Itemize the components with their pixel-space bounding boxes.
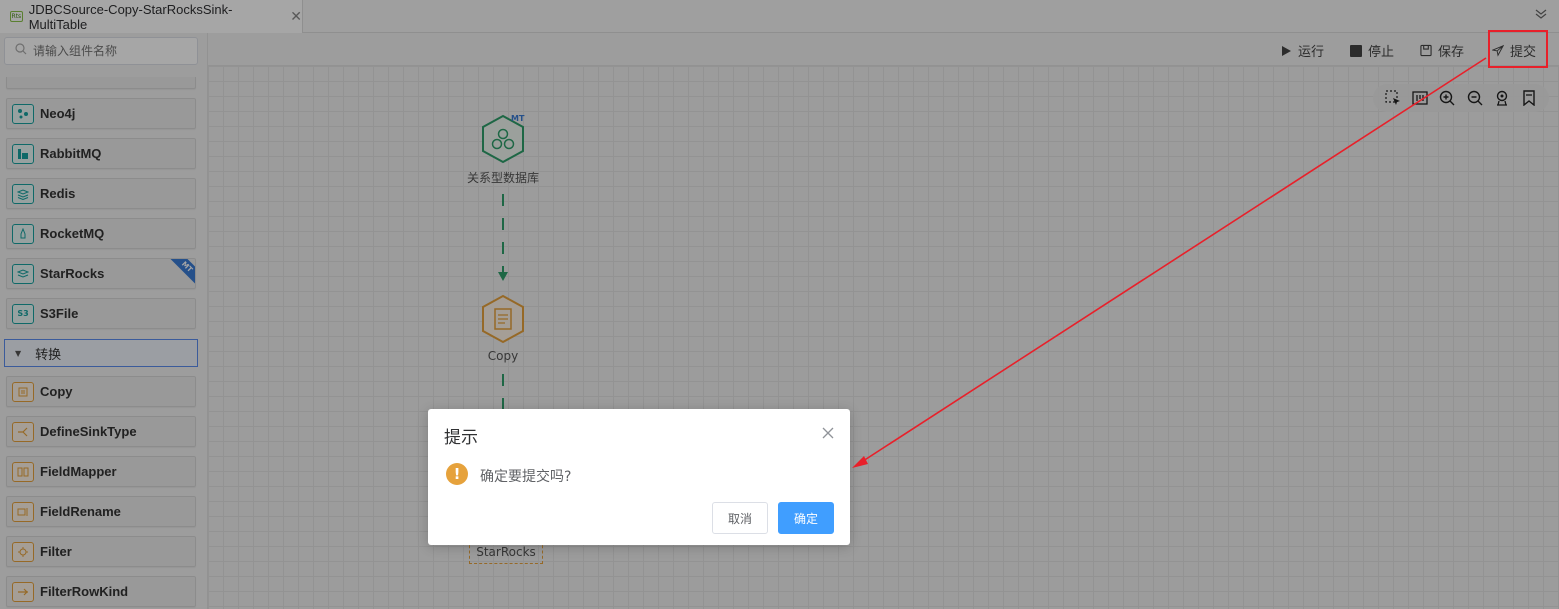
cancel-button[interactable]: 取消 [712,502,768,534]
dialog-title: 提示 [444,428,478,448]
warning-icon: ! [446,463,468,485]
confirm-dialog: 提示 ! 确定要提交吗? 取消 确定 [428,409,850,545]
confirm-button[interactable]: 确定 [778,502,834,534]
dialog-message: 确定要提交吗? [480,469,572,485]
close-icon[interactable] [822,424,834,443]
annotation-highlight-box [1488,30,1548,68]
